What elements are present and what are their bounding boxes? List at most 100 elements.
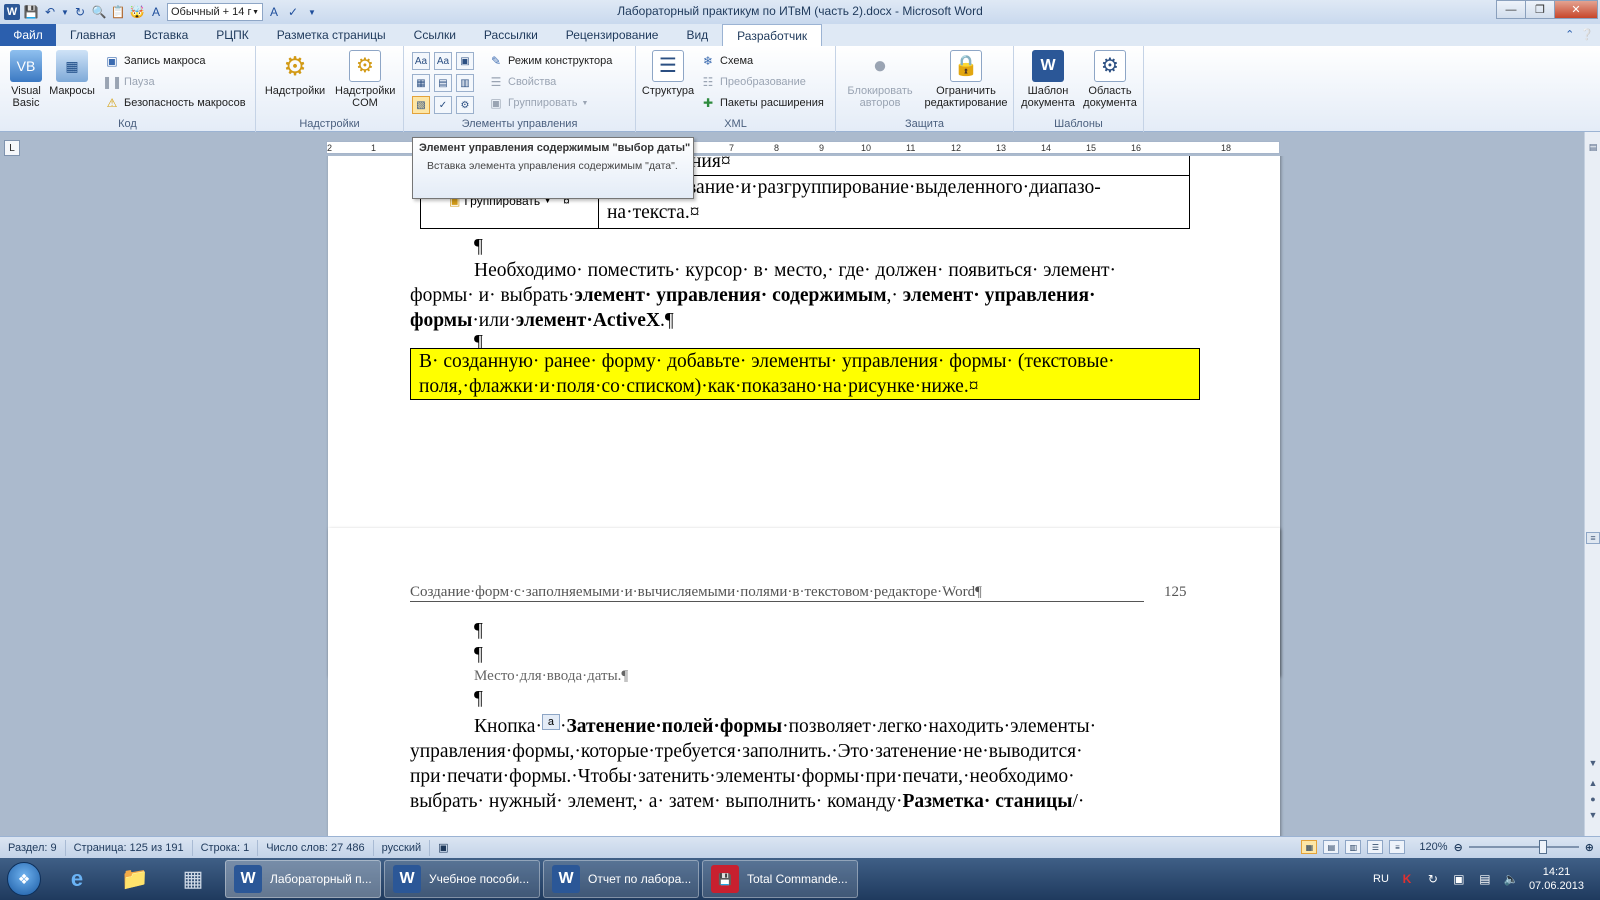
dropdown-list-control-icon[interactable]: ▥ — [456, 74, 474, 92]
redo-icon[interactable]: ↻ — [72, 4, 88, 20]
internet-explorer-icon[interactable]: e — [48, 859, 106, 899]
tab-selector[interactable]: L — [4, 140, 20, 156]
zoom-slider[interactable] — [1468, 840, 1579, 854]
macro-record-icon[interactable]: ▣ — [430, 840, 456, 856]
expansion-packs-button[interactable]: ✚ Пакеты расширения — [700, 94, 824, 112]
previous-page-icon[interactable]: ▲ — [1586, 776, 1600, 790]
tab-mailings[interactable]: Рассылки — [470, 24, 552, 46]
word-app-icon[interactable]: W — [4, 4, 20, 20]
combo-box-control-icon[interactable]: ▤ — [434, 74, 452, 92]
taskbar-item-word-lab[interactable]: W Лабораторный п... — [225, 860, 381, 898]
highlighted-task-box[interactable]: В· созданную· ранее· форму· добавьте· эл… — [410, 348, 1200, 400]
tab-review[interactable]: Рецензирование — [552, 24, 673, 46]
date-placeholder[interactable]: Место·для·ввода·даты.¶ — [474, 668, 628, 685]
design-mode-button[interactable]: ✎ Режим конструктора — [488, 52, 612, 70]
undo-icon[interactable]: ↶ — [42, 4, 58, 20]
start-button[interactable]: ❖ — [0, 858, 48, 900]
tab-home[interactable]: Главная — [56, 24, 130, 46]
restrict-editing-button[interactable]: 🔒 Ограничить редактирование — [920, 50, 1012, 109]
print-preview-icon[interactable]: 🔍 — [91, 4, 107, 20]
outline-icon[interactable]: ☰ — [1367, 840, 1384, 854]
help-icon[interactable]: ❔ — [1580, 28, 1594, 41]
block-authors-button[interactable]: ● Блокировать авторов — [842, 50, 918, 110]
visual-basic-button[interactable]: VB Visual Basic — [6, 50, 46, 109]
status-page[interactable]: Страница: 125 из 191 — [66, 839, 193, 856]
document-page[interactable]: Создание·форм·с·заполняемыми·и·вычисляем… — [328, 528, 1280, 836]
schema-button[interactable]: ❄ Схема — [700, 52, 753, 70]
font-icon[interactable]: A — [148, 4, 164, 20]
ruler-toggle-icon[interactable]: ▤ — [1586, 140, 1600, 154]
close-button[interactable]: ✕ — [1554, 0, 1598, 19]
doc-template-button[interactable]: W Шаблон документа — [1018, 50, 1078, 109]
scroll-down-icon[interactable]: ▼ — [1586, 756, 1600, 770]
draft-icon[interactable]: ≡ — [1389, 840, 1406, 854]
record-macro-button[interactable]: ▣ Запись макроса — [104, 52, 205, 70]
customize-toolbar-icon[interactable]: ▼ — [304, 4, 320, 20]
minimize-button[interactable]: — — [1496, 0, 1526, 19]
style-select[interactable]: Обычный + 14 г ▼ — [167, 3, 263, 21]
structure-button[interactable]: ☰ Структура — [640, 50, 696, 97]
browse-object-icon[interactable]: ● — [1586, 792, 1600, 806]
addins-button[interactable]: ⚙ Надстройки — [262, 50, 328, 97]
picture-control-icon[interactable]: ▣ — [456, 52, 474, 70]
macro-security-button[interactable]: ⚠ Безопасность макросов — [104, 94, 246, 112]
clock[interactable]: 14:21 07.06.2013 — [1529, 865, 1584, 893]
taskbar-item-word-report[interactable]: W Отчет по лабора... — [543, 860, 699, 898]
properties-icon: ☰ — [490, 75, 502, 89]
status-section[interactable]: Раздел: 9 — [0, 839, 66, 856]
update-icon[interactable]: ↻ — [1425, 871, 1441, 887]
status-line[interactable]: Строка: 1 — [193, 839, 259, 856]
com-addins-button[interactable]: ⚙ Надстройки COM — [332, 50, 398, 109]
taskbar-item-word-textbook[interactable]: W Учебное пособи... — [384, 860, 540, 898]
taskbar-item-total-commander[interactable]: 💾 Total Commande... — [702, 860, 858, 898]
date-picker-control-icon[interactable]: ▧ — [412, 96, 430, 114]
print-layout-icon[interactable]: ▦ — [1301, 840, 1318, 854]
volume-icon[interactable]: 🔈 — [1503, 871, 1519, 887]
status-words[interactable]: Число слов: 27 486 — [258, 839, 374, 856]
zoom-slider-thumb[interactable] — [1538, 840, 1547, 854]
zoom-out-icon[interactable]: ⊖ — [1454, 841, 1463, 854]
tab-developer[interactable]: Разработчик — [722, 24, 823, 46]
doc-panel-button[interactable]: ⚙ Область документа — [1080, 50, 1140, 109]
network-icon[interactable]: ▤ — [1477, 871, 1493, 887]
keyboard-language[interactable]: RU — [1373, 873, 1389, 885]
text-highlight-icon[interactable]: A — [266, 4, 282, 20]
tab-references[interactable]: Ссылки — [400, 24, 470, 46]
chevron-down-icon[interactable]: ▼ — [61, 4, 69, 20]
macros-button[interactable]: ▦ Макросы — [48, 50, 96, 97]
building-block-control-icon[interactable]: ▦ — [412, 74, 430, 92]
status-language[interactable]: русский — [374, 839, 431, 856]
pause-button[interactable]: ❚❚ Пауза — [102, 73, 155, 91]
antivirus-icon[interactable]: K — [1399, 871, 1415, 887]
group-button[interactable]: ▣ Группировать ▼ — [488, 94, 588, 112]
tab-file[interactable]: Файл — [0, 24, 56, 46]
rich-text-control-icon[interactable]: Aa — [412, 52, 430, 70]
tab-page-layout[interactable]: Разметка страницы — [263, 24, 400, 46]
next-page-icon[interactable]: ▼ — [1586, 808, 1600, 822]
explorer-folder-icon[interactable]: 📁 — [106, 859, 164, 899]
plain-text-control-icon[interactable]: Aa — [434, 52, 452, 70]
tab-rcpk[interactable]: РЦПК — [202, 24, 263, 46]
properties-button[interactable]: ☰ Свойства — [488, 73, 557, 91]
device-icon[interactable]: ▣ — [1451, 871, 1467, 887]
find-icon[interactable]: 🤯 — [129, 4, 145, 20]
legacy-tools-icon[interactable]: ⚙ — [456, 96, 474, 114]
minimize-ribbon-icon[interactable]: ⌃ — [1565, 28, 1574, 41]
spelling-icon[interactable]: ✓ — [285, 4, 301, 20]
paste-icon[interactable]: 📋 — [110, 4, 126, 20]
save-icon[interactable]: 💾 — [23, 4, 39, 20]
scrollbar-thumb[interactable]: ≡ — [1586, 532, 1600, 544]
web-layout-icon[interactable]: ▥ — [1345, 840, 1362, 854]
taskbar-item-label: Total Commande... — [747, 872, 848, 886]
checkbox-control-icon[interactable]: ✓ — [434, 96, 452, 114]
document-area[interactable]: ▣ Группировать ▼ ¤ ния¤ Группирование·и·раз… — [0, 156, 1584, 836]
full-screen-reading-icon[interactable]: ▤ — [1323, 840, 1340, 854]
calculator-icon[interactable]: ▦ — [164, 859, 222, 899]
transform-button[interactable]: ☷ Преобразование — [700, 73, 806, 91]
zoom-in-icon[interactable]: ⊕ — [1585, 841, 1594, 854]
tab-insert[interactable]: Вставка — [130, 24, 203, 46]
vertical-scrollbar[interactable]: ▤ ≡ ▼ ▲ ● ▼ — [1584, 132, 1600, 836]
zoom-level[interactable]: 120% — [1419, 841, 1447, 853]
restore-button[interactable]: ❐ — [1525, 0, 1555, 19]
tab-view[interactable]: Вид — [672, 24, 722, 46]
